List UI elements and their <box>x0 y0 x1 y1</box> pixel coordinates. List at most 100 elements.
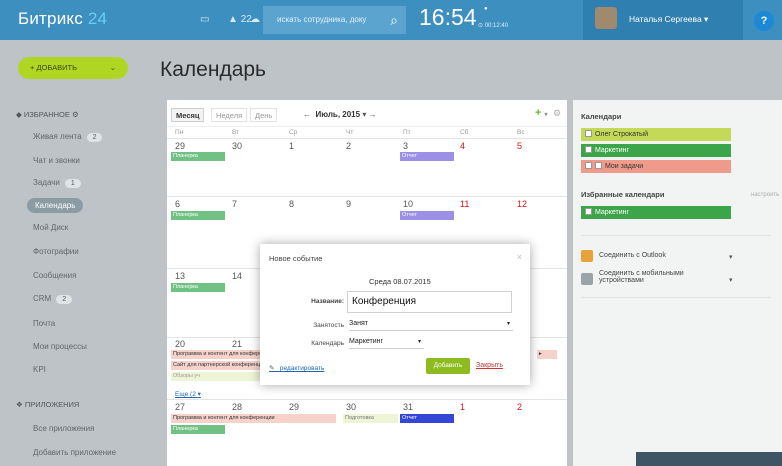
favorites-header[interactable]: ◆ ИЗБРАННОЕ ⚙ <box>16 110 79 119</box>
event-program[interactable]: Программа и контент для конференции <box>171 350 264 359</box>
search-input[interactable]: искать сотрудника, доку ⌕ <box>263 6 406 34</box>
day-number[interactable]: 13 <box>175 271 185 281</box>
logo[interactable]: Битрикс 24 <box>18 9 107 29</box>
outlook-link[interactable]: Соединить с Outlook <box>599 252 666 259</box>
help-button[interactable]: ? <box>754 11 774 31</box>
search-icon[interactable]: ⌕ <box>390 6 398 34</box>
sidebar-item-all-apps[interactable]: Все приложения <box>33 424 94 433</box>
cloud-icon[interactable]: ☁ <box>250 14 260 25</box>
settings-icon[interactable]: ⚙ <box>553 108 561 119</box>
sidebar-item-processes[interactable]: Мои процессы <box>33 342 87 351</box>
sidebar-item-tasks[interactable]: Задачи 1 <box>33 178 81 188</box>
day-number[interactable]: 11 <box>460 199 469 209</box>
event-planning[interactable]: Планерка <box>171 152 225 161</box>
sidebar-item-disk[interactable]: Мой Диск <box>33 223 68 232</box>
bell-icon[interactable]: ▲ 22 <box>228 14 252 25</box>
sidebar-item-photos[interactable]: Фотографии <box>33 247 79 256</box>
more-events-link[interactable]: Еще (2 ▾ <box>175 390 201 398</box>
day-number[interactable]: 27 <box>175 402 185 412</box>
event-prep[interactable]: Подготовка <box>343 414 398 423</box>
event-planning[interactable]: Планерка <box>171 283 225 292</box>
sidebar-item-calendar[interactable]: Календарь <box>27 198 84 213</box>
event-planning[interactable]: Планерка <box>171 211 225 220</box>
day-number[interactable]: 30 <box>232 141 242 151</box>
sidebar-item-feed[interactable]: Живая лента 2 <box>33 132 103 142</box>
clock[interactable]: 16:54 <box>419 4 477 31</box>
checkbox[interactable] <box>585 145 592 153</box>
event-report[interactable]: Отчет <box>400 152 454 161</box>
user-menu[interactable]: Наталья Сергеева ▾ <box>583 0 743 40</box>
day-number[interactable]: 21 <box>232 339 242 349</box>
close-icon[interactable]: × <box>517 252 522 262</box>
day-number[interactable]: 28 <box>232 402 242 412</box>
mobile-icon[interactable] <box>581 273 593 285</box>
day-number[interactable]: 20 <box>175 339 185 349</box>
sidebar-item-kpi[interactable]: KPI <box>33 365 46 374</box>
event-review[interactable]: Обзоры уч <box>171 372 264 381</box>
bottom-toolbar[interactable] <box>636 452 782 466</box>
sidebar-item-add-app[interactable]: Добавить приложение <box>33 448 116 457</box>
day-number[interactable]: 30 <box>346 402 356 412</box>
checkbox[interactable] <box>585 207 592 215</box>
sidebar-item-mail[interactable]: Почта <box>33 319 55 328</box>
divider <box>581 235 771 236</box>
day-number[interactable]: 5 <box>517 141 522 151</box>
day-number[interactable]: 12 <box>517 199 527 209</box>
avatar[interactable] <box>595 7 617 29</box>
tab-week[interactable]: Неделя <box>211 108 248 122</box>
calendar-select[interactable]: Маркетинг ▾ <box>349 336 424 349</box>
day-number[interactable]: 29 <box>175 141 185 151</box>
calendar-item[interactable]: Маркетинг <box>581 144 731 157</box>
day-number[interactable]: 29 <box>289 402 299 412</box>
day-number[interactable]: 4 <box>460 141 465 151</box>
sidebar-item-messages[interactable]: Сообщения <box>33 271 76 280</box>
tab-day[interactable]: День <box>250 108 278 122</box>
event-program-cont[interactable]: ▸ <box>537 350 557 359</box>
add-button[interactable]: Добавить <box>426 358 470 374</box>
chevron-down-icon[interactable]: ▾ <box>729 253 733 261</box>
event-report[interactable]: Отчет <box>400 414 454 423</box>
event-name-input[interactable]: Конференция <box>347 291 512 313</box>
day-number[interactable]: 14 <box>232 271 242 281</box>
checkbox[interactable] <box>585 161 592 169</box>
outlook-icon[interactable] <box>581 250 593 262</box>
tab-month[interactable]: Месяц <box>171 108 205 122</box>
edit-link[interactable]: ✎ редактировать <box>269 364 324 372</box>
day-number[interactable]: 1 <box>289 141 294 151</box>
day-number[interactable]: 10 <box>403 199 413 209</box>
day-number[interactable]: 2 <box>517 402 522 412</box>
day-number[interactable]: 1 <box>460 402 465 412</box>
chevron-down-icon[interactable]: ▾ <box>362 110 366 119</box>
day-number[interactable]: 6 <box>175 199 180 209</box>
setup-link[interactable]: настроить <box>751 192 779 198</box>
add-button[interactable]: + ДОБАВИТЬ ⌄ <box>18 57 128 79</box>
busy-select[interactable]: Занят ▾ <box>349 318 513 331</box>
day-number[interactable]: 8 <box>289 199 294 209</box>
event-site[interactable]: Сайт для партнерской конференции <box>171 361 264 370</box>
work-timer[interactable]: ⊙ 00:12:40 <box>478 22 508 29</box>
calendar-item[interactable]: Олег Строкатый <box>581 128 731 141</box>
add-event-icon[interactable]: + ▾ <box>535 107 548 119</box>
calendar-toolbar: Месяц Неделя День ← Июль, 2015 ▾ → + ▾ ⚙ <box>167 100 567 127</box>
day-number[interactable]: 31 <box>403 402 413 412</box>
event-program[interactable]: Программа и контент для конференции <box>171 414 336 423</box>
calendar-item[interactable]: Мои задачи <box>581 160 731 173</box>
checkbox[interactable] <box>595 161 602 169</box>
day-number[interactable]: 7 <box>232 199 237 209</box>
apps-header[interactable]: ❖ ПРИЛОЖЕНИЯ <box>16 400 79 409</box>
chevron-down-icon[interactable]: ▾ <box>729 276 733 284</box>
day-number[interactable]: 3 <box>403 141 408 151</box>
event-planning[interactable]: Планерка <box>171 425 225 434</box>
close-link[interactable]: Закрыть <box>476 362 503 369</box>
sidebar-item-chat[interactable]: Чат и звонки <box>33 156 80 165</box>
day-number[interactable]: 9 <box>346 199 351 209</box>
day-number[interactable]: 2 <box>346 141 351 151</box>
mobile-link[interactable]: Соединить с мобильными устройствами <box>599 270 699 284</box>
prev-arrow-icon[interactable]: ← <box>303 110 311 119</box>
event-report[interactable]: Отчет <box>400 211 454 220</box>
sidebar-item-crm[interactable]: CRM 2 <box>33 294 73 304</box>
chat-icon[interactable]: ▭ <box>200 14 209 25</box>
next-arrow-icon[interactable]: → <box>369 110 377 119</box>
checkbox[interactable] <box>585 129 592 137</box>
favorite-calendar-item[interactable]: Маркетинг <box>581 206 731 219</box>
